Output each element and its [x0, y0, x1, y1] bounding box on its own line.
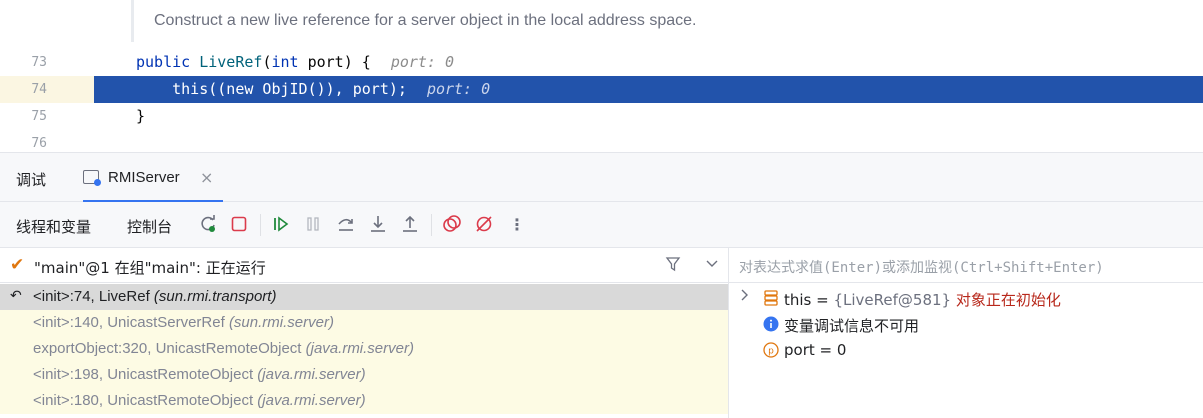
- frame-method: <init>:180, UnicastRemoteObject: [33, 392, 258, 409]
- variable-info-row: 变量调试信息不可用: [729, 311, 1203, 337]
- debug-toolbar: 线程和变量 控制台 ⋮: [0, 202, 1203, 248]
- variables-panel: 对表达式求值(Enter)或添加监视(Ctrl+Shift+Enter) thi…: [729, 248, 1203, 418]
- variable-value: {LiveRef@581}: [833, 291, 952, 309]
- variable-this[interactable]: this = {LiveRef@581} 对象正在初始化: [729, 285, 1203, 311]
- code-line-74-execution-point[interactable]: 74 this((new ObjID()), port); port: 0: [0, 76, 1203, 103]
- frames-panel: ✔ "main"@1 在组"main": 正在运行 ↶ <init>:74, L…: [0, 248, 729, 418]
- variable-name: this: [784, 291, 812, 309]
- inline-value-hint: port: 0: [426, 80, 491, 98]
- run-config-icon: [83, 170, 101, 186]
- tab-rmiserver[interactable]: RMIServer ×: [83, 153, 223, 202]
- stop-icon[interactable]: [228, 213, 250, 235]
- line-number: 74: [31, 82, 47, 97]
- frame-package: (java.rmi.server): [257, 366, 366, 383]
- debug-tool-window-header: 调试 RMIServer ×: [0, 152, 1203, 202]
- frame-method: exportObject:320, UnicastRemoteObject: [33, 340, 306, 357]
- frame-package: (sun.rmi.transport): [153, 288, 277, 305]
- filter-icon[interactable]: [665, 256, 681, 276]
- line-number: 73: [31, 55, 47, 70]
- doc-comment-text: Construct a new live reference for a ser…: [154, 12, 697, 29]
- rerun-icon[interactable]: [197, 213, 219, 235]
- variable-value: 0: [836, 341, 847, 359]
- more-options-icon[interactable]: ⋮: [506, 213, 528, 235]
- frame-package: (java.rmi.server): [305, 340, 414, 357]
- tab-threads-variables[interactable]: 线程和变量: [16, 216, 91, 237]
- code-line-76[interactable]: 76: [0, 130, 1203, 152]
- frame-package: (java.rmi.server): [257, 392, 366, 409]
- inline-value-hint: port: 0: [390, 53, 455, 71]
- step-into-icon[interactable]: [367, 213, 389, 235]
- mute-breakpoints-icon[interactable]: [473, 213, 495, 235]
- frame-method: <init>:140, UnicastServerRef: [33, 314, 229, 331]
- svg-text:p: p: [768, 347, 774, 357]
- close-icon[interactable]: ×: [200, 168, 213, 187]
- line-number: 76: [31, 136, 47, 151]
- frame-method: <init>:198, UnicastRemoteObject: [33, 366, 258, 383]
- stack-frame[interactable]: <init>:198, UnicastRemoteObject (java.rm…: [0, 362, 728, 388]
- toolbar-separator: [431, 214, 432, 236]
- chevron-down-icon[interactable]: [705, 256, 719, 274]
- step-over-icon[interactable]: [335, 213, 357, 235]
- view-breakpoints-icon[interactable]: [441, 213, 463, 235]
- watch-placeholder: 对表达式求值(Enter)或添加监视(Ctrl+Shift+Enter): [739, 260, 1104, 276]
- chevron-right-icon[interactable]: [739, 288, 751, 306]
- tab-console[interactable]: 控制台: [127, 216, 172, 237]
- thread-selector[interactable]: ✔ "main"@1 在组"main": 正在运行: [0, 248, 728, 283]
- variable-info-text: 变量调试信息不可用: [784, 317, 920, 335]
- evaluate-expression-field[interactable]: 对表达式求值(Enter)或添加监视(Ctrl+Shift+Enter): [729, 248, 1203, 283]
- variable-name: port: [784, 341, 815, 359]
- return-icon: ↶: [10, 288, 22, 304]
- step-out-icon[interactable]: [399, 213, 421, 235]
- frame-method: <init>:74, LiveRef: [33, 288, 154, 305]
- debug-title: 调试: [16, 171, 47, 189]
- pause-icon[interactable]: [302, 213, 324, 235]
- variable-port[interactable]: p port = 0: [729, 337, 1203, 363]
- code-line-75[interactable]: 75 }: [0, 103, 1203, 130]
- stack-frame[interactable]: <init>:140, UnicastServerRef (sun.rmi.se…: [0, 310, 728, 336]
- toolbar-separator: [260, 214, 261, 236]
- stack-frame[interactable]: exportObject:320, UnicastRemoteObject (j…: [0, 336, 728, 362]
- thread-status: "main"@1 在组"main": 正在运行: [34, 259, 266, 277]
- code-text: public LiveRef(int port) {port: 0: [136, 53, 455, 71]
- info-icon: [763, 316, 779, 332]
- doc-comment-block: Construct a new live reference for a ser…: [131, 0, 1203, 42]
- code-text: }: [136, 107, 146, 125]
- code-editor[interactable]: Construct a new live reference for a ser…: [0, 0, 1203, 152]
- code-text: this((new ObjID()), port); port: 0: [136, 80, 491, 98]
- stack-frame[interactable]: <init>:180, UnicastRemoteObject (java.rm…: [0, 388, 728, 414]
- frame-package: (sun.rmi.server): [228, 314, 334, 331]
- stack-frame-current[interactable]: ↶ <init>:74, LiveRef (sun.rmi.transport): [0, 284, 728, 310]
- tab-label: RMIServer: [108, 169, 180, 186]
- parameter-icon: p: [763, 342, 779, 358]
- code-line-73[interactable]: 73 public LiveRef(int port) {port: 0: [0, 49, 1203, 76]
- resume-icon[interactable]: [270, 213, 292, 235]
- line-number: 75: [31, 109, 47, 124]
- variable-note: 对象正在初始化: [951, 291, 1061, 309]
- field-icon: [763, 290, 779, 306]
- checkmark-icon: ✔: [10, 255, 25, 275]
